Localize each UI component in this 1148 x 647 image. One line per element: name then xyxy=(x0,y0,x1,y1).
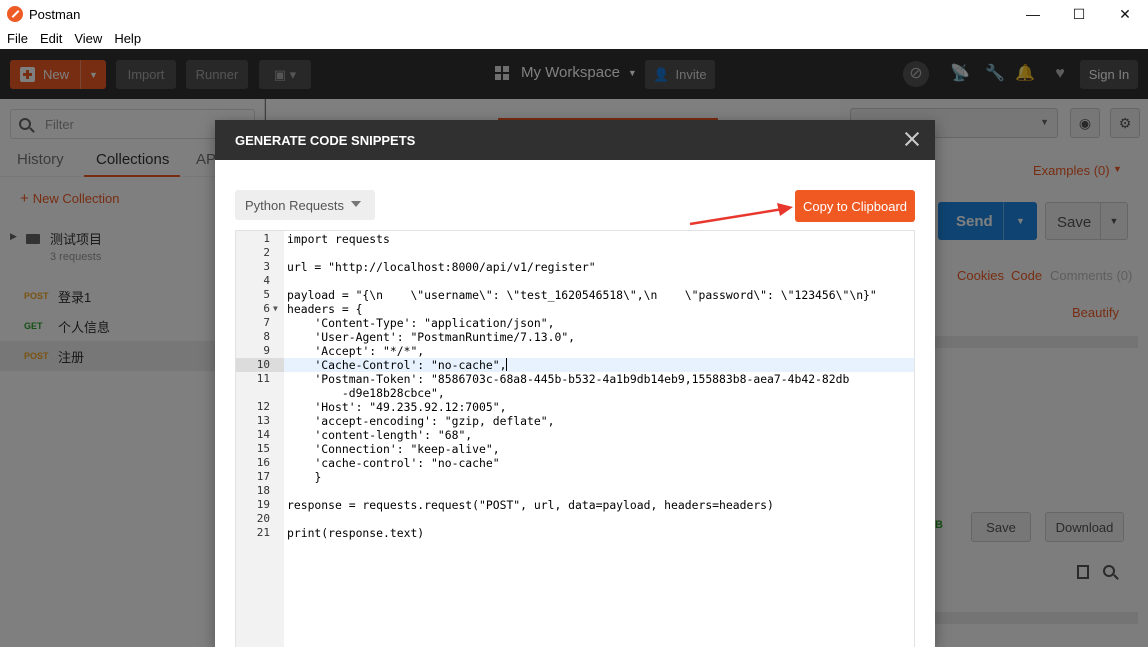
line-number: 18 xyxy=(256,484,270,497)
code-text: 'content-length': "68", xyxy=(287,428,473,442)
code-line[interactable]: 8 'User-Agent': "PostmanRuntime/7.13.0", xyxy=(236,330,914,344)
red-arrow-annotation xyxy=(689,203,793,226)
close-window-button[interactable]: ✕ xyxy=(1102,0,1148,28)
line-number: 9 xyxy=(263,344,270,357)
code-text: } xyxy=(287,470,322,484)
code-text: headers = { xyxy=(287,302,363,316)
window-titlebar: Postman — ☐ ✕ xyxy=(0,0,1148,28)
language-select[interactable]: Python Requests xyxy=(235,190,375,220)
code-text: 'Content-Type': "application/json", xyxy=(287,316,555,330)
line-number: 11 xyxy=(256,372,270,385)
line-number: 7 xyxy=(263,316,270,329)
minimize-button[interactable]: — xyxy=(1010,0,1056,28)
code-text: payload = "{\n \"username\": \"test_1620… xyxy=(287,288,877,302)
code-text: print(response.text) xyxy=(287,526,425,540)
code-line[interactable]: 18 xyxy=(236,484,914,498)
line-number: 17 xyxy=(256,470,270,483)
code-line[interactable]: 3 url = "http://localhost:8000/api/v1/reg… xyxy=(236,260,914,274)
maximize-button[interactable]: ☐ xyxy=(1056,0,1102,28)
code-line[interactable]: 15 'Connection': "keep-alive", xyxy=(236,442,914,456)
code-line[interactable]: 20 xyxy=(236,512,914,526)
line-number: 13 xyxy=(256,414,270,427)
line-number: 5 xyxy=(263,288,270,301)
code-line[interactable]: 16 'cache-control': "no-cache" xyxy=(236,456,914,470)
line-number: 15 xyxy=(256,442,270,455)
fold-caret-icon[interactable]: ▼ xyxy=(273,302,278,316)
modal-title: GENERATE CODE SNIPPETS xyxy=(235,133,416,148)
code-line[interactable]: 13 'accept-encoding': "gzip, deflate", xyxy=(236,414,914,428)
close-icon[interactable] xyxy=(903,130,921,148)
generate-code-modal: GENERATE CODE SNIPPETS Python Requests C… xyxy=(215,120,935,647)
code-text: response = requests.request("POST", url,… xyxy=(287,498,774,512)
code-text: 'Postman-Token': "8586703c-68a8-445b-b53… xyxy=(314,372,850,400)
line-number: 8 xyxy=(263,330,270,343)
code-line[interactable]: 6 ▼ headers = { xyxy=(236,302,914,316)
line-number: 2 xyxy=(263,246,270,259)
chevron-down-icon xyxy=(351,201,361,207)
menu-file[interactable]: File xyxy=(7,31,28,46)
line-number: 1 xyxy=(263,232,270,245)
line-number: 16 xyxy=(256,456,270,469)
language-value: Python Requests xyxy=(245,197,345,213)
code-line[interactable]: 17 } xyxy=(236,470,914,484)
code-content: 1 import requests 2 3 url = "http://localhos… xyxy=(236,232,914,540)
line-number: 21 xyxy=(256,526,270,539)
line-number: 19 xyxy=(256,498,270,511)
menu-edit[interactable]: Edit xyxy=(40,31,62,46)
code-line[interactable]: 2 xyxy=(236,246,914,260)
window-controls: — ☐ ✕ xyxy=(1010,0,1148,28)
menu-help[interactable]: Help xyxy=(114,31,141,46)
code-line[interactable]: 14 'content-length': "68", xyxy=(236,428,914,442)
copy-to-clipboard-button[interactable]: Copy to Clipboard xyxy=(795,190,915,222)
code-line-active[interactable]: 10 'Cache-Control': "no-cache", xyxy=(236,358,914,372)
code-line[interactable]: 19 response = requests.request("POST", ur… xyxy=(236,498,914,512)
line-number: 10 xyxy=(236,358,284,372)
line-number: 20 xyxy=(256,512,270,525)
code-text: url = "http://localhost:8000/api/v1/regi… xyxy=(287,260,596,274)
code-text: 'Connection': "keep-alive", xyxy=(287,442,500,456)
code-text: 'Accept': "*/*", xyxy=(287,344,425,358)
line-number: 3 xyxy=(263,260,270,273)
line-number: 6 xyxy=(263,302,270,315)
modal-header: GENERATE CODE SNIPPETS xyxy=(215,120,935,160)
code-line[interactable]: 12 'Host': "49.235.92.12:7005", xyxy=(236,400,914,414)
code-text: 'accept-encoding': "gzip, deflate", xyxy=(287,414,555,428)
code-line[interactable]: 11 'Postman-Token': "8586703c-68a8-445b-… xyxy=(236,372,914,400)
line-number: 4 xyxy=(263,274,270,287)
code-text: 'cache-control': "no-cache" xyxy=(287,456,500,470)
code-text: 'Host': "49.235.92.12:7005", xyxy=(287,400,507,414)
code-line[interactable]: 21 print(response.text) xyxy=(236,526,914,540)
code-editor[interactable]: 1 import requests 2 3 url = "http://localhos… xyxy=(235,230,915,647)
code-text: 'Cache-Control': "no-cache", xyxy=(287,358,508,372)
code-line[interactable]: 7 'Content-Type': "application/json", xyxy=(236,316,914,330)
menu-view[interactable]: View xyxy=(74,31,102,46)
text-cursor xyxy=(506,358,508,371)
code-line[interactable]: 4 xyxy=(236,274,914,288)
window-title: Postman xyxy=(29,6,81,22)
postman-logo-icon xyxy=(7,6,23,22)
code-text: import requests xyxy=(287,232,390,246)
code-line[interactable]: 1 import requests xyxy=(236,232,914,246)
menu-bar: File Edit View Help xyxy=(0,28,1148,49)
code-line[interactable]: 9 'Accept': "*/*", xyxy=(236,344,914,358)
line-number: 12 xyxy=(256,400,270,413)
code-line[interactable]: 5 payload = "{\n \"username\": \"test_162… xyxy=(236,288,914,302)
code-text: 'User-Agent': "PostmanRuntime/7.13.0", xyxy=(287,330,576,344)
line-number: 14 xyxy=(256,428,270,441)
